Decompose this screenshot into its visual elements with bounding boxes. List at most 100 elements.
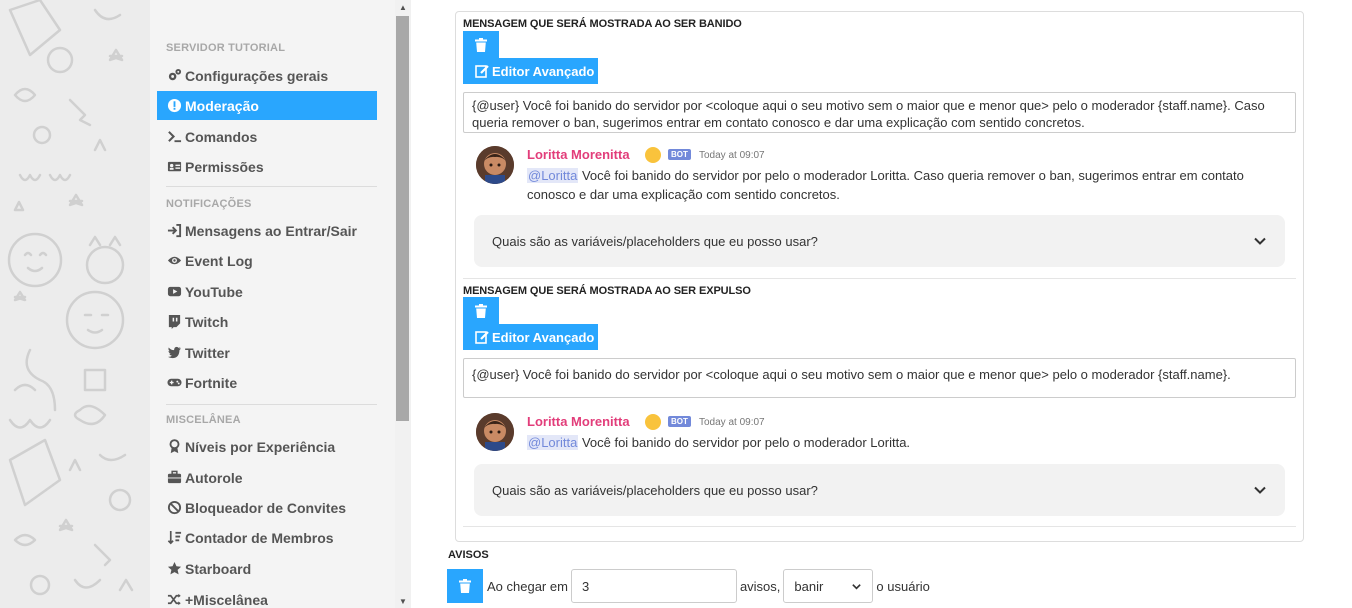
kiss-emoji-icon — [645, 414, 661, 430]
message-preview-body: Você foi banido do servidor por pelo o m… — [578, 435, 911, 450]
warning-middle-text: avisos, — [739, 578, 781, 594]
kick-message-label: MENSAGEM QUE SERÁ MOSTRADA AO SER EXPULS… — [463, 285, 751, 297]
gamepad-icon — [166, 375, 182, 391]
message-timestamp: Today at 09:07 — [699, 150, 765, 161]
kick-message-textarea[interactable]: {@user} Você foi banido do servidor por … — [463, 358, 1296, 398]
decorative-doodle-background — [0, 0, 150, 608]
kick-message-delete-button[interactable] — [463, 297, 499, 325]
sort-numeric-icon — [166, 530, 182, 546]
warning-action-select[interactable]: banir — [783, 569, 874, 603]
sidebar-item-twitter[interactable]: Twitter — [157, 338, 377, 367]
sign-in-icon — [166, 223, 182, 239]
sidebar-item-label: YouTube — [185, 283, 243, 300]
warning-rule-row: Ao chegar em 3 avisos, banir o usuário — [447, 569, 930, 603]
ban-message-delete-button[interactable] — [463, 31, 499, 59]
sidebar-item-label: Twitter — [185, 344, 230, 361]
sidebar-item-label: Configurações gerais — [185, 67, 329, 84]
warning-action-value: banir — [794, 578, 824, 594]
sidebar-item-moderacao[interactable]: Moderação — [157, 91, 377, 120]
avatar — [476, 146, 514, 184]
message-preview-text: @Loritta Você foi banido do servidor por… — [527, 166, 1247, 204]
section-divider — [463, 278, 1296, 279]
trash-icon — [459, 579, 471, 593]
edit-icon — [475, 65, 489, 78]
sidebar-item-mensagens-entrar-sair[interactable]: Mensagens ao Entrar/Sair — [157, 216, 377, 245]
gears-icon — [166, 68, 182, 84]
sidebar-item-label: +Miscelânea — [185, 591, 268, 608]
trash-icon — [475, 304, 487, 318]
chevron-down-icon — [852, 583, 862, 590]
youtube-icon — [166, 284, 182, 300]
ban-icon — [166, 500, 182, 516]
trash-icon — [475, 38, 487, 52]
moderation-messages-panel — [455, 11, 1304, 542]
message-timestamp: Today at 09:07 — [699, 417, 765, 428]
user-mention: @Loritta — [527, 435, 579, 450]
sidebar-item-label: Event Log — [185, 252, 253, 269]
sidebar-item-youtube[interactable]: YouTube — [157, 277, 377, 306]
sidebar-item-event-log[interactable]: Event Log — [157, 246, 377, 275]
scroll-down-arrow-icon[interactable]: ▼ — [395, 594, 411, 608]
sidebar-section-title: MISCELÂNEA — [166, 414, 241, 426]
sidebar-item-bloqueador-convites[interactable]: Bloqueador de Convites — [157, 493, 377, 522]
exclamation-circle-icon — [166, 98, 182, 114]
terminal-icon — [166, 129, 182, 145]
star-icon — [166, 561, 182, 577]
sidebar-item-fortnite[interactable]: Fortnite — [157, 368, 377, 397]
sidebar-section-title: NOTIFICAÇÕES — [166, 198, 252, 210]
sidebar-item-niveis-experiencia[interactable]: Níveis por Experiência — [157, 432, 377, 461]
warning-count-input[interactable]: 3 — [570, 569, 737, 603]
id-card-icon — [166, 159, 182, 175]
sidebar-item-twitch[interactable]: Twitch — [157, 307, 377, 336]
eye-icon — [166, 253, 182, 269]
sidebar-item-label: Comandos — [185, 128, 258, 145]
warning-suffix-text: o usuário — [876, 578, 930, 594]
sidebar-item-configuracoes-gerais[interactable]: Configurações gerais — [157, 61, 377, 90]
section-divider — [463, 526, 1296, 527]
message-author: Loritta Morenitta — [527, 414, 630, 429]
sidebar-item-contador-membros[interactable]: Contador de Membros — [157, 523, 377, 552]
sidebar-item-label: Autorole — [185, 469, 243, 486]
kick-message-advanced-editor-button[interactable]: Editor Avançado — [463, 324, 598, 350]
warning-delete-button[interactable] — [447, 569, 483, 603]
sidebar-item-miscelanea[interactable]: +Miscelânea — [157, 585, 377, 608]
sidebar-item-autorole[interactable]: Autorole — [157, 463, 377, 492]
sidebar-section-title: SERVIDOR TUTORIAL — [166, 42, 286, 54]
twitch-icon — [166, 314, 182, 330]
warnings-label: AVISOS — [448, 549, 489, 561]
twitter-icon — [166, 345, 182, 361]
bot-tag: BOT — [668, 149, 691, 160]
message-author: Loritta Morenitta — [527, 147, 630, 162]
ban-message-advanced-editor-button[interactable]: Editor Avançado — [463, 58, 598, 84]
sidebar-item-label: Mensagens ao Entrar/Sair — [185, 222, 357, 239]
chevron-down-icon — [1254, 486, 1266, 494]
kick-placeholders-faq[interactable]: Quais são as variáveis/placeholders que … — [474, 464, 1285, 516]
sidebar-item-comandos[interactable]: Comandos — [157, 122, 377, 151]
sidebar-item-label: Níveis por Experiência — [185, 438, 336, 455]
doodle-art — [7, 0, 134, 596]
scrollbar-thumb[interactable] — [396, 16, 409, 421]
ban-placeholders-faq[interactable]: Quais são as variáveis/placeholders que … — [474, 215, 1285, 267]
sidebar: SERVIDOR TUTORIAL Configurações gerais M… — [150, 0, 395, 608]
faq-question: Quais são as variáveis/placeholders que … — [492, 233, 818, 249]
warning-prefix-text: Ao chegar em — [487, 578, 568, 594]
user-mention: @Loritta — [527, 168, 579, 183]
faq-question: Quais são as variáveis/placeholders que … — [492, 482, 818, 498]
ban-message-label: MENSAGEM QUE SERÁ MOSTRADA AO SER BANIDO — [463, 18, 742, 30]
avatar — [476, 413, 514, 451]
advanced-editor-label: Editor Avançado — [492, 63, 595, 79]
chevron-down-icon — [1254, 237, 1266, 245]
sidebar-item-label: Starboard — [185, 560, 252, 577]
sidebar-item-label: Bloqueador de Convites — [185, 499, 347, 516]
message-preview-body: Você foi banido do servidor por pelo o m… — [527, 168, 1244, 202]
sidebar-item-starboard[interactable]: Starboard — [157, 554, 377, 583]
scroll-up-arrow-icon[interactable]: ▲ — [395, 0, 411, 14]
sidebar-divider — [166, 404, 377, 405]
ban-message-textarea[interactable]: {@user} Você foi banido do servidor por … — [463, 92, 1296, 133]
sidebar-item-permissoes[interactable]: Permissões — [157, 152, 377, 181]
briefcase-icon — [166, 470, 182, 486]
sidebar-item-label: Twitch — [185, 313, 229, 330]
message-preview-text: @Loritta Você foi banido do servidor por… — [527, 433, 1247, 452]
sidebar-item-label: Permissões — [185, 158, 264, 175]
sidebar-item-label: Moderação — [185, 97, 259, 114]
